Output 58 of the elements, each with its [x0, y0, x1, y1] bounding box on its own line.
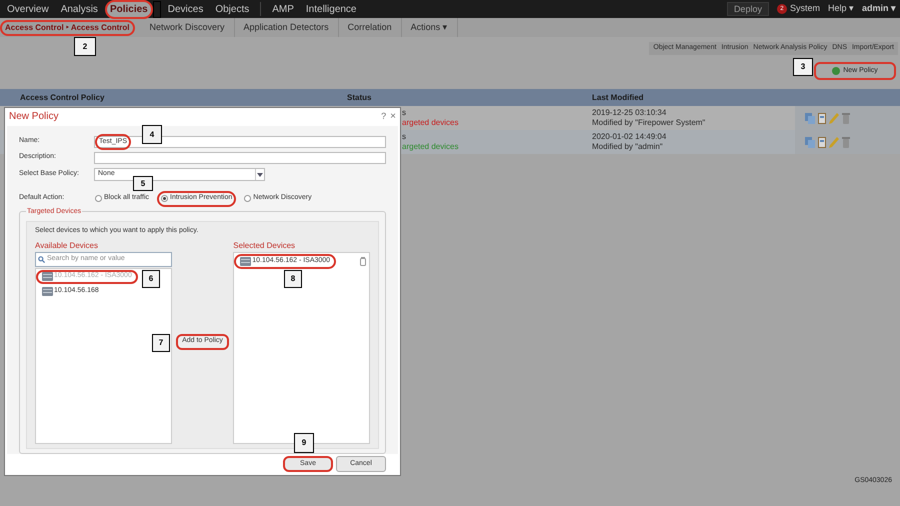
nav-tab[interactable]: Policies	[104, 0, 153, 18]
step-number: 8	[284, 270, 302, 288]
sub-nav-tab[interactable]: Actions ▾	[402, 18, 458, 37]
column-header: Access Control Policy	[19, 92, 106, 104]
report-icon[interactable]	[818, 136, 826, 148]
breadcrumb[interactable]: Access Control ‣ Access Control	[0, 20, 135, 36]
nav-tab[interactable]: Intelligence	[300, 0, 362, 18]
trash-icon[interactable]	[842, 136, 850, 148]
close-button[interactable]: ×	[390, 109, 396, 124]
nav-tab[interactable]: Analysis	[56, 0, 103, 18]
column-header: Status	[346, 92, 372, 104]
step-number: 4	[142, 125, 162, 144]
copy-icon[interactable]	[805, 112, 815, 124]
trash-icon[interactable]	[360, 256, 366, 266]
copy-icon[interactable]	[805, 136, 815, 148]
callout-frame	[152, 0, 161, 18]
radio-button[interactable]	[161, 195, 168, 202]
modified-by: Modified by "admin"	[592, 142, 664, 152]
modified-by: Modified by "Firepower System"	[592, 118, 706, 128]
list-title: Selected Devices	[233, 240, 296, 252]
report-icon[interactable]	[818, 112, 826, 124]
help-button[interactable]: ?	[381, 110, 386, 124]
nav-tab[interactable]: Devices	[162, 0, 208, 18]
user-menu[interactable]: admin ▾	[862, 2, 896, 16]
step-number: 6	[142, 270, 160, 288]
status-text: s	[402, 132, 407, 142]
step-number: 9	[294, 433, 314, 453]
nav-tab[interactable]: AMP	[267, 0, 299, 18]
modified-date: 2020-01-02 14:49:04	[592, 132, 668, 142]
chevron-icon	[255, 169, 264, 180]
status-text: argeted devices	[402, 142, 460, 152]
modified-date: 2019-12-25 03:10:34	[592, 108, 668, 118]
deploy-button[interactable]: Deploy	[726, 2, 769, 16]
server-icon	[240, 256, 252, 266]
nav-tab[interactable]: Overview	[2, 0, 54, 18]
column-header: Last Modified	[591, 92, 645, 104]
dialog-title: New Policy	[9, 110, 58, 124]
sub-nav-tab[interactable]: Application Detectors	[234, 18, 339, 37]
search-icon	[38, 256, 45, 263]
sub-nav-tab[interactable]: Correlation	[338, 18, 402, 37]
system-menu[interactable]: System	[790, 2, 820, 16]
list-title: Available Devices	[35, 240, 99, 252]
server-icon	[42, 272, 53, 282]
step-number: 2	[74, 37, 96, 56]
step-number: 5	[133, 176, 153, 191]
server-icon	[42, 287, 53, 296]
status-text: argeted devices	[402, 118, 460, 128]
radio-button[interactable]	[95, 195, 102, 202]
step-number: 3	[793, 58, 813, 76]
description-field[interactable]	[94, 152, 386, 164]
step-number: 7	[152, 334, 170, 352]
plus-icon	[832, 67, 840, 75]
status-text: s	[402, 108, 407, 118]
nav-tab[interactable]: Objects	[210, 0, 254, 18]
sub-nav-tab[interactable]: Network Discovery	[140, 18, 235, 37]
trash-icon[interactable]	[842, 112, 850, 124]
help-menu[interactable]: Help ▾	[828, 2, 854, 16]
radio-button[interactable]	[244, 195, 252, 202]
